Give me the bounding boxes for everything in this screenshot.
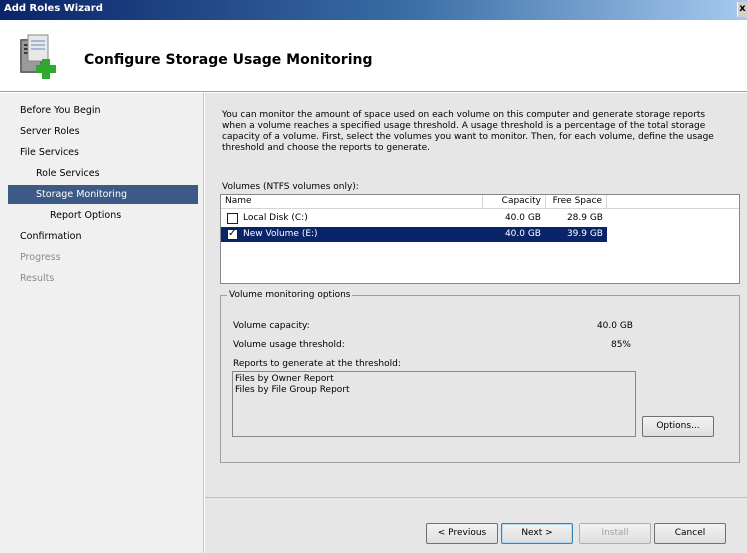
- volume-free-space: 39.9 GB: [566, 229, 603, 239]
- nav-role-services[interactable]: Role Services: [36, 164, 100, 183]
- volume-checkbox-c[interactable]: [227, 213, 238, 224]
- volume-row-c[interactable]: Local Disk (C:) 40.0 GB 28.9 GB: [221, 211, 607, 226]
- server-add-icon: [20, 34, 56, 79]
- volumes-list-header: Name Capacity Free Space: [221, 195, 739, 209]
- title-bar: Add Roles Wizard x: [0, 0, 747, 20]
- checkmark-icon: ✓: [228, 228, 237, 239]
- volume-capacity: 40.0 GB: [504, 229, 541, 239]
- footer-divider: [205, 497, 747, 498]
- volume-capacity: 40.0 GB: [504, 213, 541, 223]
- threshold-value: 85%: [610, 340, 631, 350]
- volume-name: Local Disk (C:): [243, 213, 308, 223]
- volumes-list[interactable]: Name Capacity Free Space Local Disk (C:)…: [220, 194, 740, 284]
- reports-list[interactable]: Files by Owner Report Files by File Grou…: [232, 371, 636, 437]
- window-title: Add Roles Wizard: [4, 3, 103, 14]
- report-item: Files by Owner Report: [235, 374, 334, 384]
- volume-free-space: 28.9 GB: [566, 213, 603, 223]
- wizard-header: Configure Storage Usage Monitoring: [0, 20, 747, 92]
- column-free-space[interactable]: Free Space: [546, 195, 607, 209]
- nav-storage-monitoring[interactable]: Storage Monitoring: [8, 185, 198, 204]
- wizard-content: You can monitor the amount of space used…: [205, 93, 747, 553]
- nav-file-services[interactable]: File Services: [20, 143, 79, 162]
- nav-server-roles[interactable]: Server Roles: [20, 122, 80, 141]
- options-button[interactable]: Options...: [642, 416, 714, 437]
- page-title: Configure Storage Usage Monitoring: [84, 52, 373, 68]
- close-icon[interactable]: x: [737, 2, 747, 17]
- nav-report-options[interactable]: Report Options: [50, 206, 121, 225]
- threshold-label: Volume usage threshold:: [233, 340, 345, 350]
- volume-name: New Volume (E:): [243, 229, 318, 239]
- nav-before-you-begin[interactable]: Before You Begin: [20, 101, 101, 120]
- nav-results: Results: [20, 273, 55, 284]
- volumes-label: Volumes (NTFS volumes only):: [222, 182, 359, 192]
- wizard-steps-sidebar: Before You Begin Server Roles File Servi…: [0, 93, 204, 553]
- previous-button[interactable]: < Previous: [426, 523, 498, 544]
- monitoring-options-legend: Volume monitoring options: [227, 290, 353, 300]
- reports-label: Reports to generate at the threshold:: [233, 359, 401, 369]
- capacity-value: 40.0 GB: [596, 321, 633, 331]
- description-text: You can monitor the amount of space used…: [222, 110, 714, 153]
- volume-checkbox-e[interactable]: ✓: [227, 228, 238, 240]
- report-item: Files by File Group Report: [235, 385, 350, 395]
- install-button: Install: [579, 523, 651, 544]
- cancel-button[interactable]: Cancel: [654, 523, 726, 544]
- nav-progress: Progress: [20, 252, 61, 263]
- nav-confirmation[interactable]: Confirmation: [20, 227, 81, 246]
- volume-row-e[interactable]: ✓ New Volume (E:) 40.0 GB 39.9 GB: [221, 227, 607, 242]
- next-button[interactable]: Next >: [501, 523, 573, 544]
- capacity-label: Volume capacity:: [233, 321, 310, 331]
- column-name[interactable]: Name: [221, 195, 483, 209]
- column-capacity[interactable]: Capacity: [483, 195, 546, 209]
